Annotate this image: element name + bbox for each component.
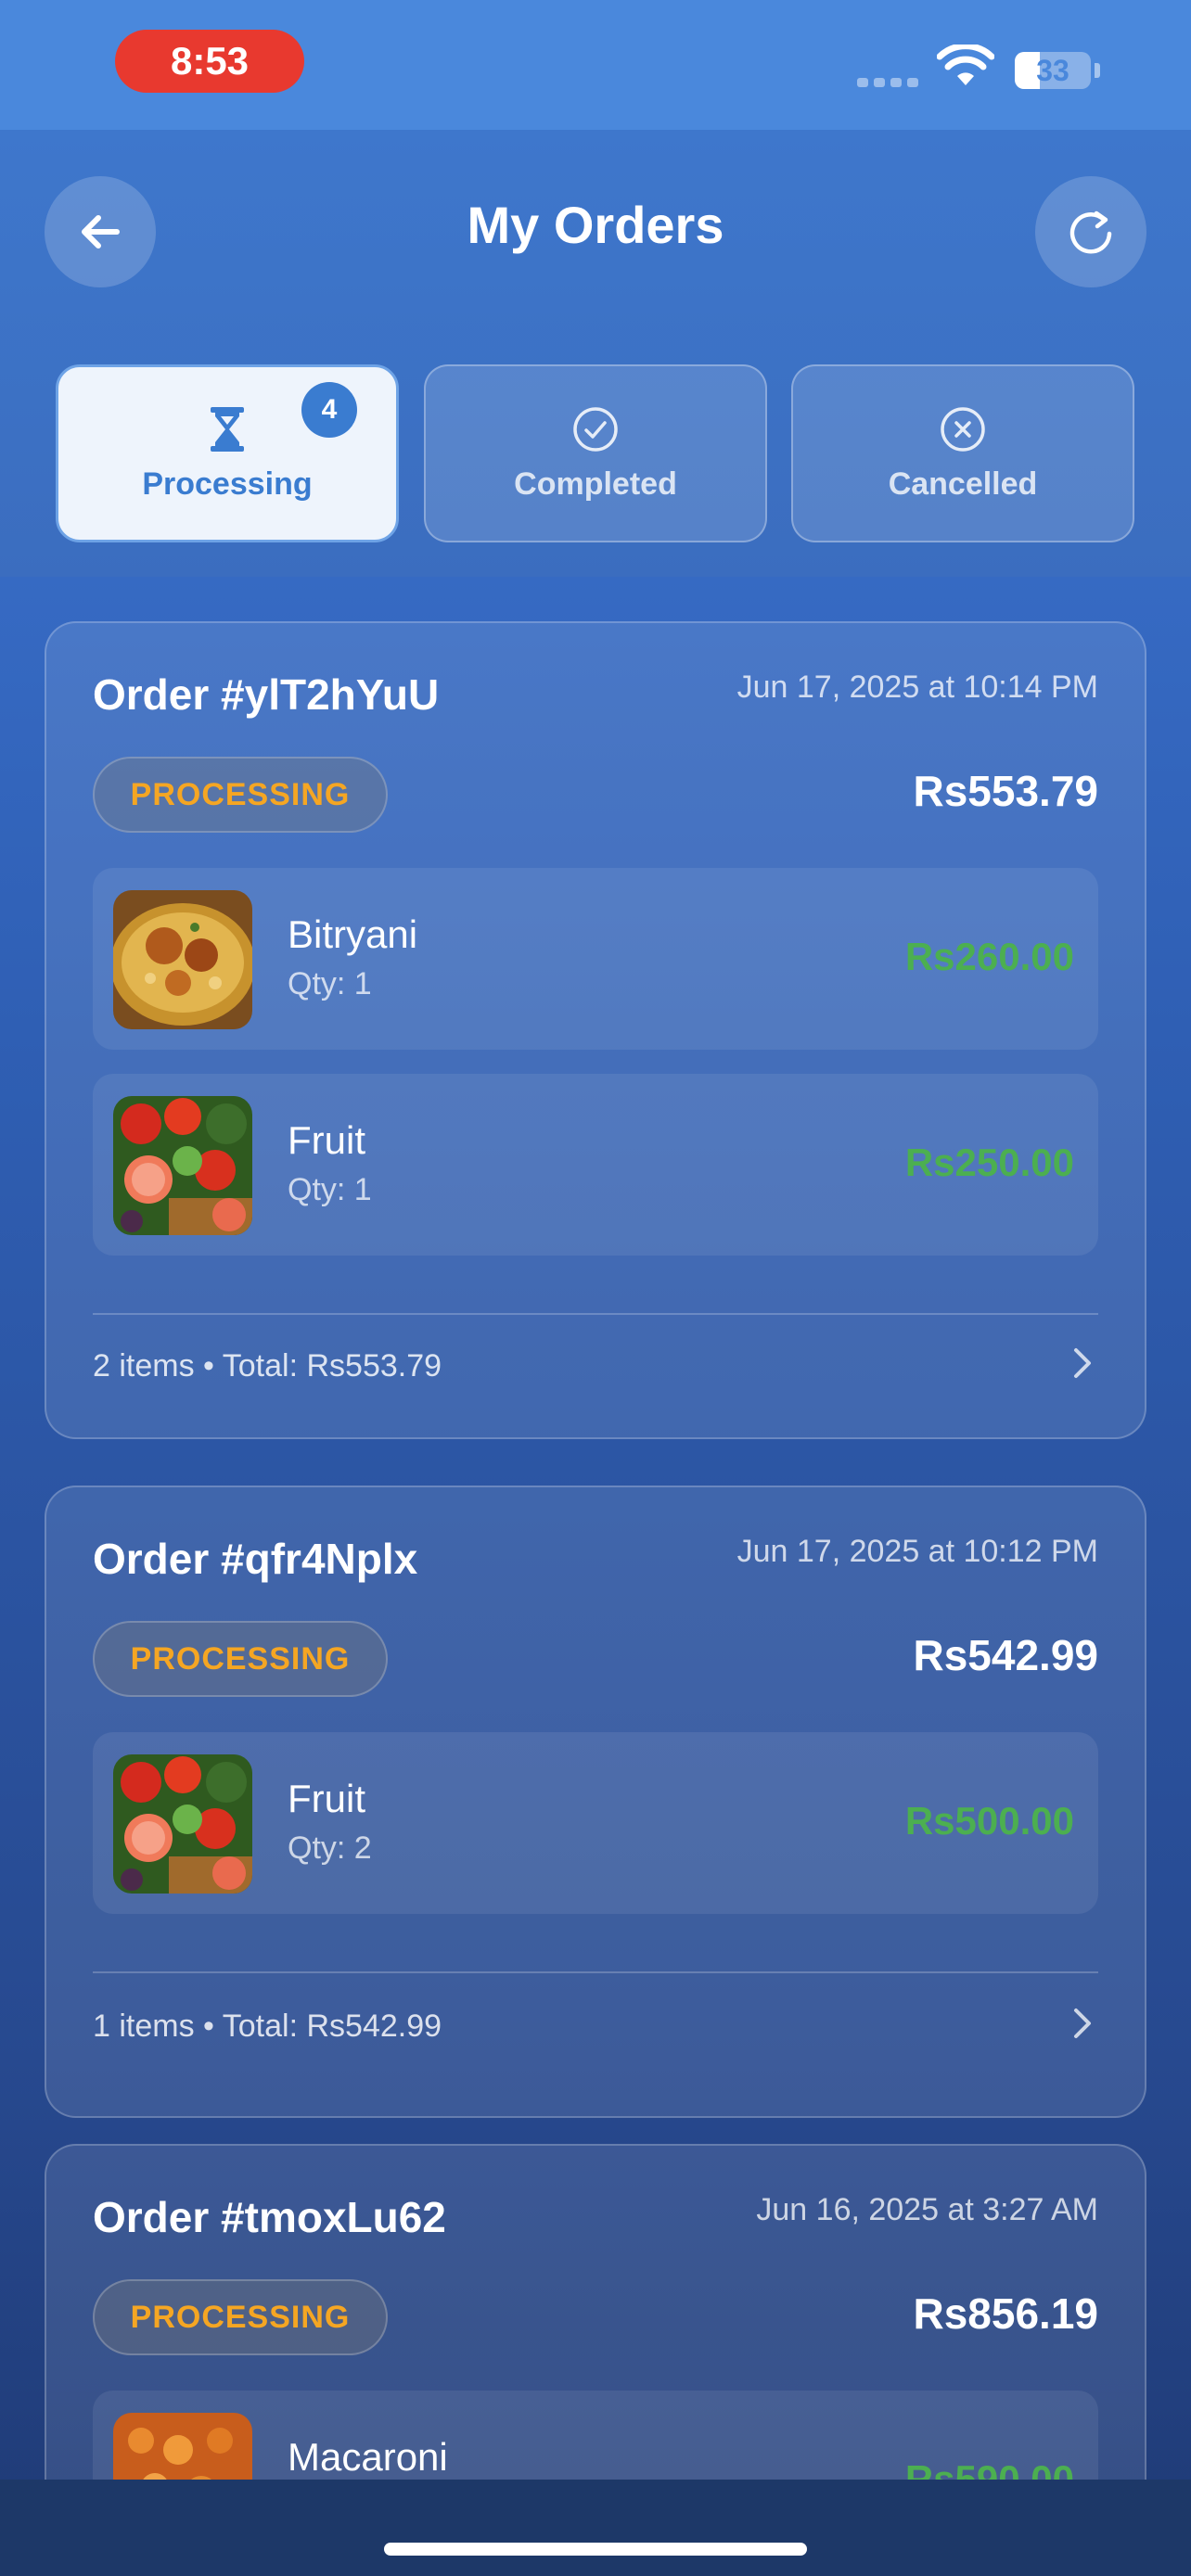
page-title: My Orders: [467, 196, 724, 254]
tab-label: Cancelled: [888, 465, 1038, 502]
chevron-right-icon[interactable]: [1069, 1345, 1096, 1382]
item-qty: Qty: 1: [288, 1172, 372, 1207]
order-date: Jun 16, 2025 at 3:27 AM: [756, 2192, 1098, 2227]
refresh-icon: [1069, 210, 1112, 254]
battery-icon: 33: [1015, 52, 1091, 89]
item-price: Rs260.00: [904, 935, 1074, 978]
item-image-fruit: [113, 1754, 252, 1894]
item-price: Rs250.00: [904, 1141, 1074, 1184]
item-price: Rs500.00: [904, 1799, 1074, 1843]
item-image-macaroni: [113, 2413, 252, 2480]
order-item[interactable]: Bitryani Qty: 1 Rs260.00: [93, 868, 1098, 1050]
item-qty: Qty: 1: [288, 966, 372, 1001]
cellular-signal-icon: [857, 78, 918, 87]
hourglass-icon: [211, 406, 244, 452]
order-summary: 1 items • Total: Rs542.99: [93, 2009, 442, 2044]
status-bar: 8:53 33: [0, 0, 1191, 130]
tab-label: Completed: [514, 465, 677, 502]
order-total: Rs542.99: [913, 1631, 1099, 1679]
chevron-right-icon[interactable]: [1069, 2005, 1096, 2042]
item-name: Fruit: [288, 1118, 365, 1162]
order-item[interactable]: Fruit Qty: 1 Rs250.00: [93, 1074, 1098, 1256]
orders-list[interactable]: Order #ylT2hYuU Jun 17, 2025 at 10:14 PM…: [0, 577, 1191, 2480]
status-badge: PROCESSING: [93, 1621, 388, 1697]
item-price: Rs590.00: [904, 2457, 1074, 2480]
order-summary: 2 items • Total: Rs553.79: [93, 1348, 442, 1384]
tab-count-badge: 4: [301, 382, 357, 438]
status-time: 8:53: [115, 30, 304, 93]
divider: [93, 1971, 1098, 1973]
order-card[interactable]: Order #tmoxLu62 Jun 16, 2025 at 3:27 AM …: [45, 2144, 1146, 2480]
header: My Orders Processing 4 Completed Cancell…: [0, 130, 1191, 577]
divider: [93, 1313, 1098, 1315]
status-badge: PROCESSING: [93, 2279, 388, 2355]
tab-completed[interactable]: Completed: [424, 364, 767, 542]
order-total: Rs856.19: [913, 2289, 1099, 2338]
tab-cancelled[interactable]: Cancelled: [791, 364, 1134, 542]
order-item[interactable]: Macaroni Rs590.00: [93, 2391, 1098, 2480]
status-badge: PROCESSING: [93, 757, 388, 833]
order-card[interactable]: Order #ylT2hYuU Jun 17, 2025 at 10:14 PM…: [45, 621, 1146, 1439]
item-name: Fruit: [288, 1777, 365, 1820]
order-item[interactable]: Fruit Qty: 2 Rs500.00: [93, 1732, 1098, 1914]
item-image-biryani: [113, 890, 252, 1029]
tab-label: Processing: [142, 465, 313, 502]
order-id: Order #qfr4Nplx: [93, 1535, 418, 1583]
item-image-fruit: [113, 1096, 252, 1235]
item-name: Macaroni: [288, 2435, 448, 2479]
refresh-button[interactable]: [1035, 176, 1146, 287]
order-id: Order #ylT2hYuU: [93, 670, 440, 719]
check-circle-icon: [573, 406, 618, 452]
x-circle-icon: [941, 406, 985, 452]
item-name: Bitryani: [288, 912, 418, 956]
bottom-safe-area: [0, 2480, 1191, 2576]
wifi-icon: [937, 45, 994, 85]
order-date: Jun 17, 2025 at 10:12 PM: [736, 1534, 1098, 1569]
order-id: Order #tmoxLu62: [93, 2193, 446, 2241]
battery-level: 33: [1036, 53, 1069, 87]
order-total: Rs553.79: [913, 767, 1099, 815]
home-indicator[interactable]: [384, 2543, 807, 2556]
order-card[interactable]: Order #qfr4Nplx Jun 17, 2025 at 10:12 PM…: [45, 1486, 1146, 2118]
order-date: Jun 17, 2025 at 10:14 PM: [736, 670, 1098, 705]
tab-processing[interactable]: Processing 4: [56, 364, 399, 542]
item-qty: Qty: 2: [288, 1830, 372, 1866]
